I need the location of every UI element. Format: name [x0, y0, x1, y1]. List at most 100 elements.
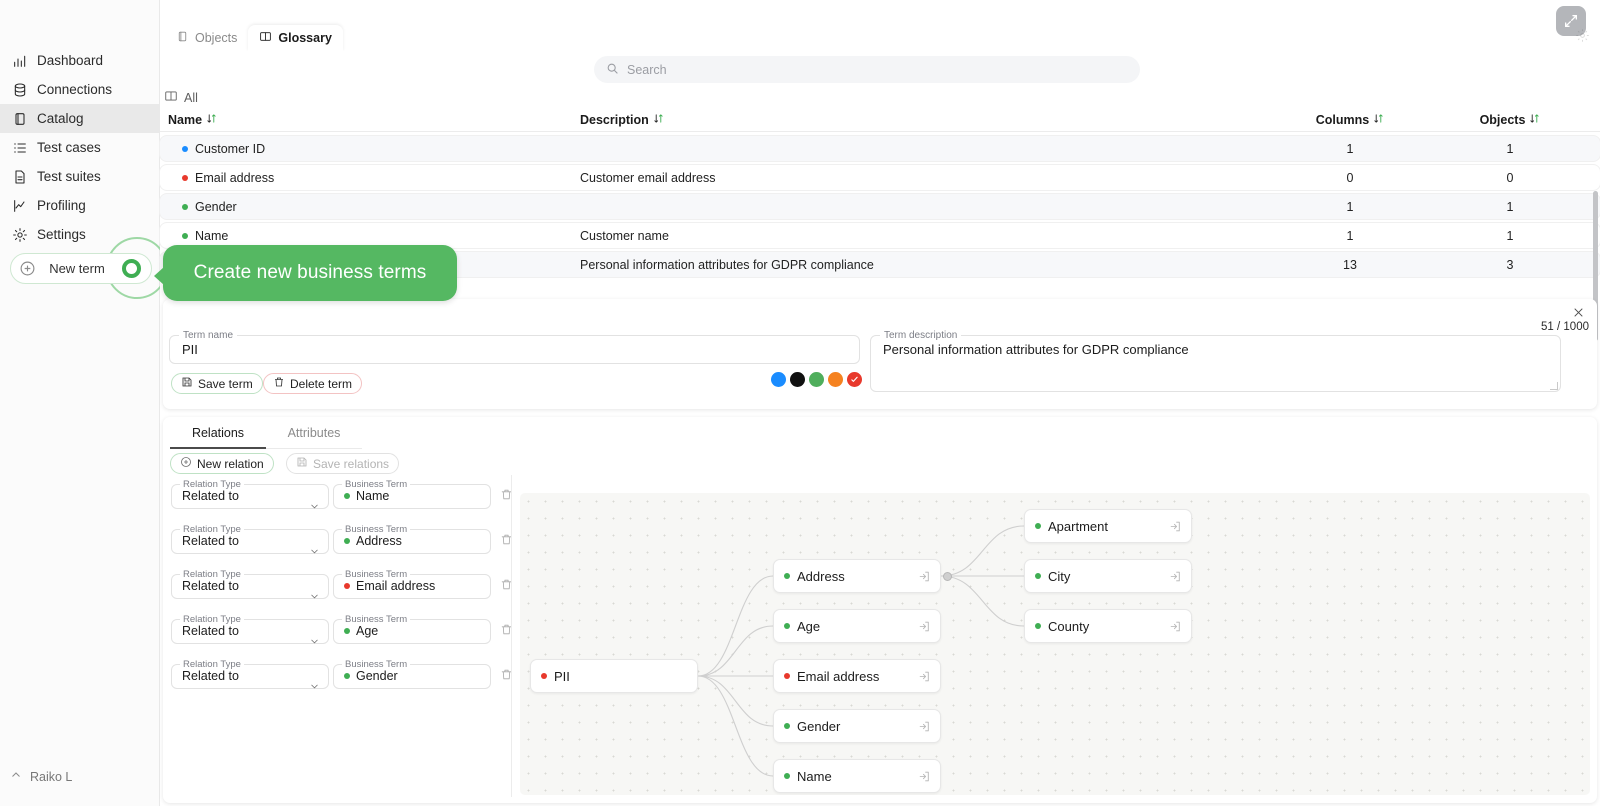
chevron-down-icon[interactable] — [309, 589, 320, 607]
open-node-icon[interactable] — [918, 570, 931, 586]
database-icon — [11, 81, 28, 98]
search-input[interactable]: Search — [594, 56, 1140, 83]
relation-type-select[interactable]: Relation Type Related to — [171, 479, 329, 509]
business-term-select[interactable]: Business Term Gender — [333, 659, 491, 689]
column-header-columns[interactable]: Columns — [1270, 113, 1430, 127]
open-node-icon[interactable] — [918, 620, 931, 636]
new-relation-button[interactable]: New relation — [170, 453, 274, 474]
open-node-icon[interactable] — [918, 770, 931, 786]
cell-name: Customer ID — [160, 142, 580, 156]
objects-icon — [176, 30, 189, 46]
relations-graph[interactable]: PII Address Age Email address Gender Name Apar… — [520, 493, 1590, 795]
open-node-icon[interactable] — [918, 670, 931, 686]
app-root: Dashboard Connections Catalog Test cases Tes… — [0, 0, 1600, 806]
graph-node-age[interactable]: Age — [773, 609, 941, 643]
term-color-dot — [182, 174, 188, 181]
table-row[interactable]: Email address Customer email address 0 0 — [160, 165, 1600, 190]
term-color-dot — [784, 623, 790, 629]
save-term-button[interactable]: Save term — [171, 373, 263, 394]
sidebar-item-test-cases[interactable]: Test cases — [0, 133, 159, 162]
business-term-select[interactable]: Business Term Age — [333, 614, 491, 644]
sort-icon[interactable] — [206, 113, 217, 127]
resize-handle-icon[interactable] — [1550, 382, 1558, 390]
save-relations-label: Save relations — [313, 456, 390, 471]
open-node-icon[interactable] — [1169, 570, 1182, 586]
save-disk-icon — [296, 456, 308, 471]
graph-edge-joint[interactable] — [943, 572, 952, 581]
column-header-description[interactable]: Description — [580, 113, 1270, 127]
color-swatch[interactable] — [828, 372, 843, 387]
relation-row: Relation Type Related to Business Term Name — [163, 475, 512, 520]
color-swatches — [771, 372, 862, 387]
save-disk-icon — [181, 376, 193, 391]
open-node-icon[interactable] — [1169, 520, 1182, 536]
sidebar-item-profiling[interactable]: Profiling — [0, 191, 159, 220]
color-swatch[interactable] — [771, 372, 786, 387]
sidebar-item-label: Test suites — [37, 169, 101, 184]
cell-columns: 1 — [1346, 141, 1354, 156]
relation-type-select[interactable]: Relation Type Related to — [171, 524, 329, 554]
sidebar-item-connections[interactable]: Connections — [0, 75, 159, 104]
business-term-select[interactable]: Business Term Name — [333, 479, 491, 509]
graph-node-pii[interactable]: PII — [530, 659, 698, 693]
sort-icon[interactable] — [653, 113, 664, 127]
sidebar-item-label: Test cases — [37, 140, 101, 155]
gear-icon[interactable] — [1575, 28, 1590, 48]
cell-columns: 1 — [1346, 199, 1354, 214]
color-swatch[interactable] — [809, 372, 824, 387]
delete-term-button[interactable]: Delete term — [263, 373, 363, 394]
graph-node-apartment[interactable]: Apartment — [1024, 509, 1192, 543]
tab-glossary[interactable]: Glossary — [248, 25, 343, 51]
business-term-select[interactable]: Business Term Email address — [333, 569, 491, 599]
column-header-name[interactable]: Name — [160, 113, 580, 127]
new-term-button[interactable]: New term — [10, 253, 152, 284]
column-header-objects[interactable]: Objects — [1430, 113, 1590, 127]
table-row[interactable]: Customer ID 1 1 — [160, 136, 1600, 161]
term-name: Name — [195, 228, 229, 243]
color-swatch-selected[interactable] — [847, 372, 862, 387]
sidebar: Dashboard Connections Catalog Test cases Tes… — [0, 0, 168, 806]
relation-type-select[interactable]: Relation Type Related to — [171, 614, 329, 644]
graph-node-gender[interactable]: Gender — [773, 709, 941, 743]
tab-relations[interactable]: Relations — [170, 426, 266, 449]
graph-node-city[interactable]: City — [1024, 559, 1192, 593]
graph-node-label: Gender — [797, 718, 841, 734]
color-swatch[interactable] — [790, 372, 805, 387]
business-term-select[interactable]: Business Term Address — [333, 524, 491, 554]
table-row[interactable]: Gender 1 1 — [160, 194, 1600, 219]
graph-node-email[interactable]: Email address — [773, 659, 941, 693]
relation-type-select[interactable]: Relation Type Related to — [171, 659, 329, 689]
graph-node-address[interactable]: Address — [773, 559, 941, 593]
open-node-icon[interactable] — [918, 720, 931, 736]
sidebar-item-test-suites[interactable]: Test suites — [0, 162, 159, 191]
chevron-down-icon[interactable] — [309, 544, 320, 562]
term-description-field[interactable]: Term description Personal information at… — [870, 330, 1561, 392]
tab-attributes[interactable]: Attributes — [266, 426, 362, 449]
sidebar-item-dashboard[interactable]: Dashboard — [0, 46, 159, 75]
user-menu[interactable]: Raiko L — [10, 769, 72, 784]
sort-icon[interactable] — [1373, 113, 1384, 127]
cell-objects: 1 — [1506, 199, 1514, 214]
save-relations-button[interactable]: Save relations — [286, 453, 400, 474]
check-icon — [850, 371, 859, 389]
term-name-field[interactable]: Term name PII — [169, 330, 860, 364]
relation-type-select[interactable]: Relation Type Related to — [171, 569, 329, 599]
graph-node-label: City — [1048, 568, 1071, 584]
chart-bar-icon — [11, 52, 28, 69]
term-color-dot — [344, 493, 350, 499]
term-name: Email address — [195, 170, 275, 185]
term-color-dot — [182, 145, 188, 152]
graph-node-county[interactable]: County — [1024, 609, 1192, 643]
relations-tab-list: Relations Attributes — [170, 426, 362, 449]
chevron-down-icon[interactable] — [309, 679, 320, 697]
open-node-icon[interactable] — [1169, 620, 1182, 636]
cell-objects: 3 — [1506, 257, 1514, 272]
chevron-down-icon[interactable] — [309, 634, 320, 652]
sidebar-item-catalog[interactable]: Catalog — [0, 104, 159, 133]
graph-node-name[interactable]: Name — [773, 759, 941, 793]
breadcrumb[interactable]: All — [164, 89, 198, 106]
relation-type-value: Related to — [182, 624, 239, 638]
chevron-down-icon[interactable] — [309, 499, 320, 517]
tab-objects[interactable]: Objects — [165, 25, 248, 51]
sort-icon[interactable] — [1529, 113, 1540, 127]
